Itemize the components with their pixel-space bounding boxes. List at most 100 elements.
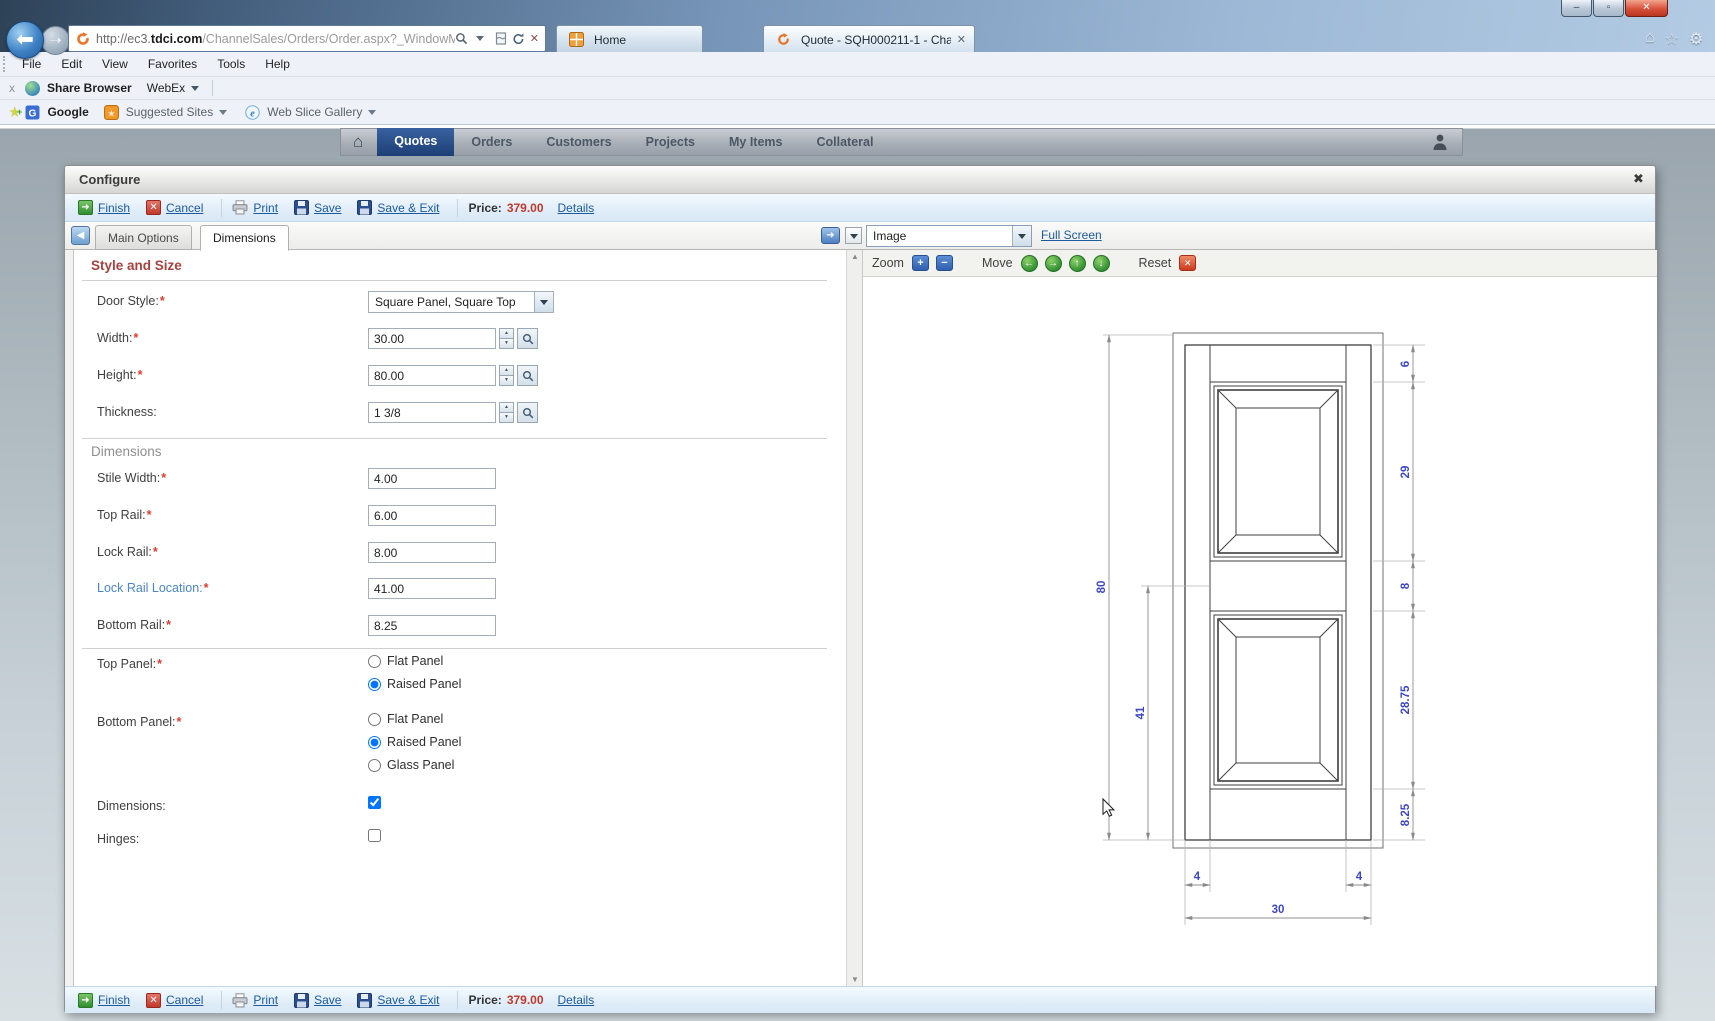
tab-main-options[interactable]: Main Options xyxy=(95,225,192,250)
nav-item-collateral[interactable]: Collateral xyxy=(799,129,890,155)
browser-home-icon[interactable]: ⌂ xyxy=(1645,29,1655,49)
lock-rail-location-label[interactable]: Lock Rail Location:* xyxy=(97,581,209,595)
web-slice-dropdown-icon[interactable] xyxy=(368,110,376,115)
browser-tab-quote[interactable]: Quote - SQH000211-1 - Cha... ✕ xyxy=(763,25,975,53)
window-maximize-button[interactable]: ▫ xyxy=(1593,0,1624,17)
width-spinner[interactable]: ▲▼ xyxy=(499,328,514,349)
window-minimize-button[interactable]: – xyxy=(1561,0,1592,17)
save-and-exit-link-bottom[interactable]: Save & Exit xyxy=(377,993,439,1007)
share-browser-button[interactable]: Share Browser xyxy=(47,81,132,95)
lock-rail-input[interactable] xyxy=(368,542,496,563)
stop-icon[interactable]: ✕ xyxy=(530,32,539,45)
nav-home-icon[interactable]: ⌂ xyxy=(353,132,363,152)
height-lookup-button[interactable] xyxy=(517,365,538,386)
splitter-collapse-down-icon[interactable]: ▼ xyxy=(851,975,859,984)
save-link-bottom[interactable]: Save xyxy=(314,993,341,1007)
nav-item-customers[interactable]: Customers xyxy=(529,129,628,155)
width-input[interactable] xyxy=(368,328,496,349)
stile-width-input[interactable] xyxy=(368,468,496,489)
bottom-rail-input[interactable] xyxy=(368,615,496,636)
move-left-button[interactable]: ← xyxy=(1021,255,1038,272)
menu-favorites[interactable]: Favorites xyxy=(138,57,207,71)
tab-scroll-back-button[interactable]: ◀ xyxy=(71,226,90,245)
top-panel-raised-option[interactable]: Raised Panel xyxy=(368,677,461,691)
browser-back-button[interactable]: ⬅ xyxy=(6,21,44,59)
favorite-google[interactable]: Google xyxy=(47,105,88,119)
bottom-panel-flat-option[interactable]: Flat Panel xyxy=(368,712,443,726)
door-style-select[interactable]: Square Panel, Square Top xyxy=(368,291,554,313)
nav-item-orders[interactable]: Orders xyxy=(454,129,529,155)
settings-gear-icon[interactable]: ⚙ xyxy=(1689,29,1703,49)
tab-close-icon[interactable]: ✕ xyxy=(957,33,966,46)
width-lookup-button[interactable] xyxy=(517,328,538,349)
finish-link[interactable]: Finish xyxy=(98,201,130,215)
suggested-sites-dropdown-icon[interactable] xyxy=(219,110,227,115)
user-profile-icon[interactable] xyxy=(1432,133,1448,151)
top-panel-flat-option[interactable]: Flat Panel xyxy=(368,654,443,668)
finish-link-bottom[interactable]: Finish xyxy=(98,993,130,1007)
cancel-link-bottom[interactable]: Cancel xyxy=(166,993,203,1007)
window-close-button[interactable]: ✕ xyxy=(1625,0,1668,17)
thickness-spinner[interactable]: ▲▼ xyxy=(499,402,514,423)
compatibility-view-icon[interactable] xyxy=(495,32,507,45)
browser-tab-home[interactable]: Home xyxy=(556,25,703,53)
bottom-panel-raised-radio[interactable] xyxy=(368,736,381,749)
hinges-checkbox[interactable] xyxy=(368,829,381,842)
address-bar[interactable]: http://ec3.tdci.com/ChannelSales/Orders/… xyxy=(68,25,546,52)
favorite-web-slice-gallery[interactable]: Web Slice Gallery xyxy=(267,105,362,119)
nav-item-quotes[interactable]: Quotes xyxy=(377,128,454,156)
thickness-lookup-button[interactable] xyxy=(517,402,538,423)
bottom-panel-flat-radio[interactable] xyxy=(368,713,381,726)
menu-help[interactable]: Help xyxy=(255,57,300,71)
refresh-icon[interactable] xyxy=(512,32,525,45)
favorites-star-icon[interactable]: ☆ xyxy=(1665,29,1679,49)
viewer-mode-dropdown-icon[interactable] xyxy=(1012,226,1031,246)
bottom-panel-glass-option[interactable]: Glass Panel xyxy=(368,758,454,772)
zoom-out-button[interactable]: − xyxy=(936,255,953,271)
full-screen-link[interactable]: Full Screen xyxy=(1041,228,1102,242)
menu-view[interactable]: View xyxy=(92,57,138,71)
bottom-panel-raised-option[interactable]: Raised Panel xyxy=(368,735,461,749)
search-icon[interactable] xyxy=(455,32,468,45)
save-link[interactable]: Save xyxy=(314,201,341,215)
reset-view-button[interactable]: ✕ xyxy=(1179,255,1196,271)
menu-tools[interactable]: Tools xyxy=(207,57,255,71)
expand-panel-button[interactable]: ➜ xyxy=(821,227,840,244)
nav-item-my-items[interactable]: My Items xyxy=(712,129,800,155)
top-panel-raised-radio[interactable] xyxy=(368,678,381,691)
print-link-bottom[interactable]: Print xyxy=(253,993,278,1007)
search-dropdown-icon[interactable] xyxy=(476,36,484,41)
door-style-dropdown-icon[interactable] xyxy=(534,292,553,312)
menu-edit[interactable]: Edit xyxy=(51,57,92,71)
height-spinner[interactable]: ▲▼ xyxy=(499,365,514,386)
toolbar-close-icon[interactable]: x xyxy=(9,81,15,95)
browser-forward-button[interactable]: ➝ xyxy=(41,26,70,55)
lock-rail-location-input[interactable] xyxy=(368,578,496,599)
nav-item-projects[interactable]: Projects xyxy=(629,129,712,155)
move-right-button[interactable]: → xyxy=(1045,255,1062,272)
splitter-collapse-up-icon[interactable]: ▲ xyxy=(851,252,859,261)
cancel-link[interactable]: Cancel xyxy=(166,201,203,215)
move-up-button[interactable]: ↑ xyxy=(1069,255,1086,272)
zoom-in-button[interactable]: + xyxy=(912,255,929,271)
top-panel-flat-radio[interactable] xyxy=(368,655,381,668)
save-and-exit-link[interactable]: Save & Exit xyxy=(377,201,439,215)
move-down-button[interactable]: ↓ xyxy=(1093,255,1110,272)
details-link-bottom[interactable]: Details xyxy=(558,993,595,1007)
viewer-mode-select[interactable]: Image xyxy=(866,225,1032,247)
bottom-panel-glass-radio[interactable] xyxy=(368,759,381,772)
panel-dropdown-button[interactable] xyxy=(845,227,862,244)
height-input[interactable] xyxy=(368,365,496,386)
favorite-suggested-sites[interactable]: Suggested Sites xyxy=(126,105,213,119)
details-link[interactable]: Details xyxy=(558,201,595,215)
dimensions-checkbox[interactable] xyxy=(368,796,381,809)
thickness-input[interactable] xyxy=(368,402,496,423)
pane-splitter[interactable]: ▲ ▼ xyxy=(846,250,863,986)
top-rail-input[interactable] xyxy=(368,505,496,526)
print-link[interactable]: Print xyxy=(253,201,278,215)
menu-file[interactable]: File xyxy=(12,57,51,71)
add-favorite-star-icon[interactable]: ★+ xyxy=(8,103,21,121)
webex-menu[interactable]: WebEx xyxy=(147,81,185,95)
dialog-close-icon[interactable]: ✖ xyxy=(1633,171,1644,187)
tab-dimensions[interactable]: Dimensions xyxy=(200,225,289,251)
